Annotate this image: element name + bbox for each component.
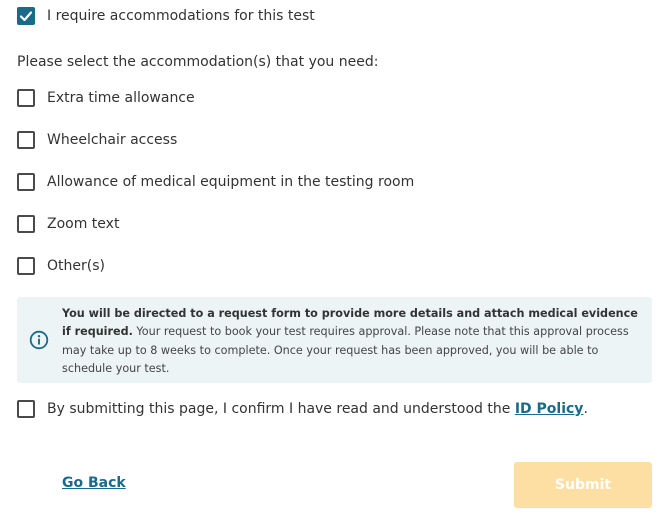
accommodation-option-medical-equipment[interactable]: Allowance of medical equipment in the te… [17,173,414,191]
accommodations-prompt: Please select the accommodation(s) that … [17,54,379,70]
others-checkbox[interactable] [17,257,35,275]
require-accommodations-checkbox-row[interactable]: I require accommodations for this test [17,7,315,25]
submit-button[interactable]: Submit [514,462,652,508]
accommodation-option-others[interactable]: Other(s) [17,257,105,275]
info-notice: You will be directed to a request form t… [17,297,652,383]
id-policy-link[interactable]: ID Policy [515,401,584,417]
info-text: You will be directed to a request form t… [62,305,642,378]
extra-time-checkbox[interactable] [17,89,35,107]
wheelchair-checkbox[interactable] [17,131,35,149]
accommodations-form: I require accommodations for this test P… [0,0,668,524]
extra-time-label: Extra time allowance [47,90,195,106]
require-accommodations-label: I require accommodations for this test [47,8,315,24]
zoom-text-label: Zoom text [47,216,120,232]
medical-equipment-label: Allowance of medical equipment in the te… [47,174,415,190]
wheelchair-label: Wheelchair access [47,132,178,148]
others-label: Other(s) [47,258,105,274]
confirm-id-policy-checkbox[interactable] [17,400,35,418]
accommodation-option-wheelchair[interactable]: Wheelchair access [17,131,177,149]
confirm-text-after: . [583,401,588,417]
confirm-id-policy-label: By submitting this page, I confirm I hav… [47,401,588,417]
zoom-text-checkbox[interactable] [17,215,35,233]
go-back-link[interactable]: Go Back [62,475,126,491]
confirm-id-policy-row[interactable]: By submitting this page, I confirm I hav… [17,400,588,418]
info-body-text: Your request to book your test requires … [62,325,629,375]
accommodation-option-extra-time[interactable]: Extra time allowance [17,89,195,107]
medical-equipment-checkbox[interactable] [17,173,35,191]
confirm-text-before: By submitting this page, I confirm I hav… [47,401,515,417]
accommodation-option-zoom-text[interactable]: Zoom text [17,215,119,233]
checkmark-icon [19,11,33,22]
require-accommodations-checkbox[interactable] [17,7,35,25]
info-icon [29,330,49,350]
